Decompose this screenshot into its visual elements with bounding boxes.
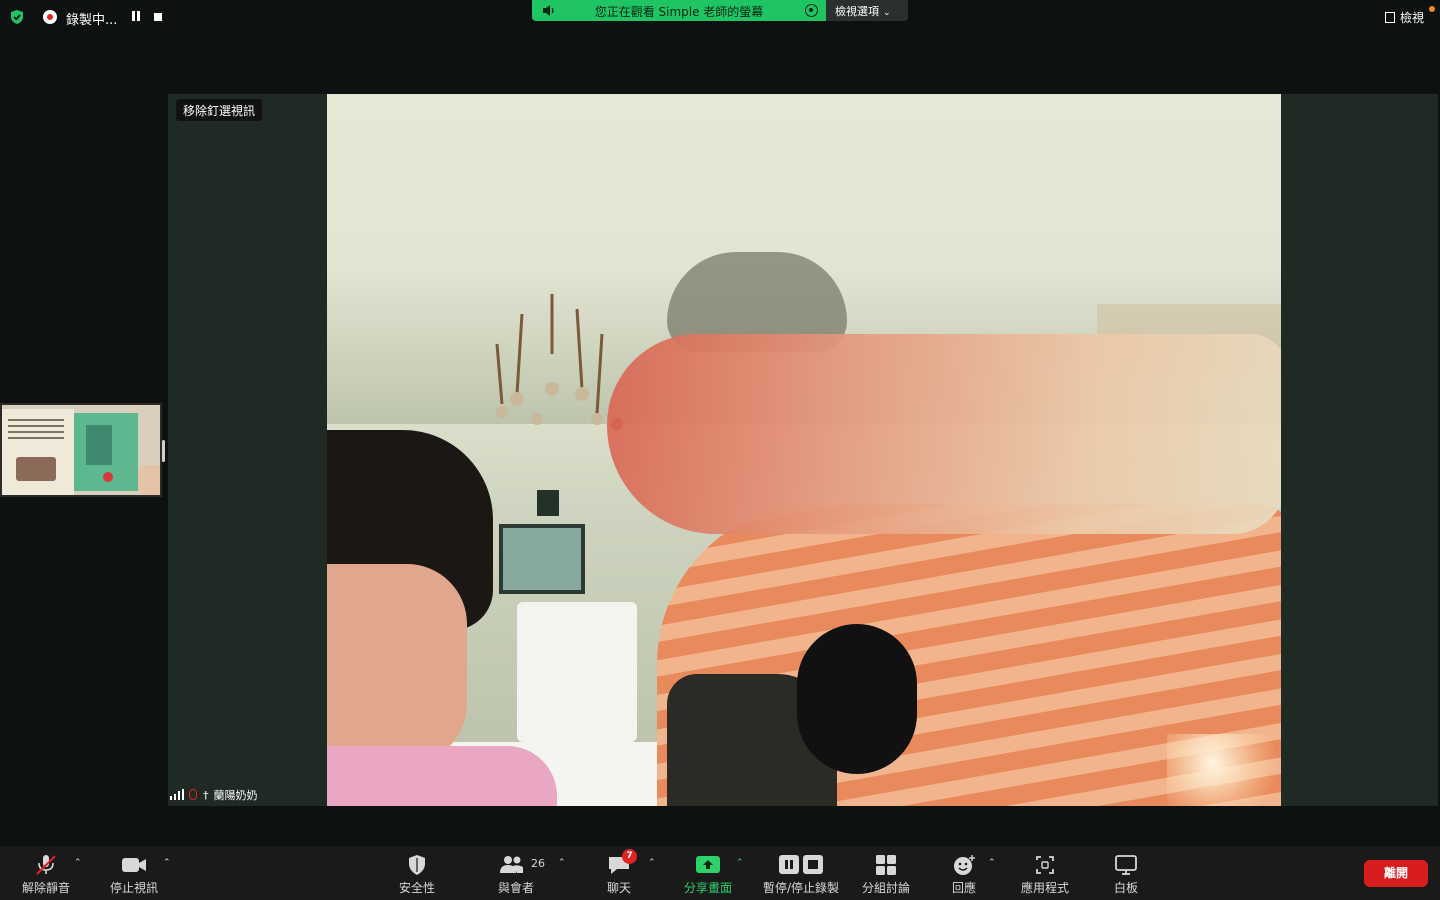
book-page-left	[2, 409, 74, 495]
security-label: 安全性	[398, 881, 435, 895]
view-options-button[interactable]: 檢視選項 ⌄	[826, 0, 908, 21]
share-screen-icon	[696, 856, 720, 873]
unmute-button[interactable]: 解除靜音	[16, 846, 76, 900]
reactions-label: 回應	[951, 881, 976, 895]
leave-meeting-button[interactable]: 離開	[1364, 860, 1428, 887]
shared-screen-thumbnail[interactable]	[0, 403, 162, 497]
participants-button[interactable]: 與會者	[488, 846, 544, 900]
share-screen-label: 分享畫面	[683, 881, 732, 895]
video-camera-icon	[122, 858, 146, 872]
screen-share-banner: 您正在觀看 Simple 老師的螢幕	[532, 0, 826, 21]
whiteboard-label: 白板	[1113, 881, 1138, 895]
smiley-icon	[954, 855, 975, 875]
top-bar: 錄製中... 您正在觀看 Simple 老師的螢幕 檢視選項 ⌄ 檢視	[0, 0, 1440, 34]
security-button[interactable]: 安全性	[390, 846, 444, 900]
pause-stop-recording-button[interactable]: 暫停/停止錄製	[758, 846, 844, 900]
chat-label: 聊天	[606, 881, 631, 895]
reactions-caret-icon[interactable]: ⌃	[988, 858, 996, 868]
pause-recording-icon[interactable]	[131, 11, 141, 23]
wall-lamp	[537, 490, 559, 516]
breakout-rooms-button[interactable]: 分組討論	[858, 846, 914, 900]
muted-mic-icon	[189, 789, 197, 800]
breakout-rooms-icon	[876, 855, 896, 875]
participants-icon	[499, 856, 523, 873]
child-shirt	[327, 746, 557, 806]
wall-picture-frame	[499, 524, 585, 594]
meeting-toolbar: 解除靜音 ⌃ 停止視訊 ⌃ 安全性 與會者 26 ⌃ 聊天 7 ⌃ 分享畫面 ⌃…	[0, 846, 1440, 900]
reactions-button[interactable]: 回應	[940, 846, 988, 900]
participant-name: 蘭陽奶奶	[213, 789, 258, 802]
chandelier-image	[495, 294, 623, 430]
water-dispenser	[517, 602, 637, 742]
view-options-label: 檢視選項	[835, 5, 879, 18]
participants-label: 與會者	[497, 881, 534, 895]
book-panel	[86, 425, 112, 465]
participants-caret-icon[interactable]: ⌃	[558, 858, 566, 868]
blurred-arm	[607, 334, 1281, 534]
layout-icon	[1384, 12, 1395, 23]
stop-recording-icon[interactable]	[154, 13, 162, 21]
view-button-label: 檢視	[1399, 11, 1424, 25]
security-shield-icon	[409, 855, 425, 875]
pause-stop-recording-icon	[779, 855, 823, 874]
share-screen-button[interactable]: 分享畫面	[680, 846, 736, 900]
whiteboard-button[interactable]: 白板	[1104, 846, 1148, 900]
light-glare	[1167, 734, 1281, 806]
phone-object	[797, 624, 917, 774]
stop-video-label: 停止視訊	[109, 881, 158, 895]
view-button[interactable]: 檢視	[1384, 9, 1424, 26]
child-face	[327, 564, 467, 764]
unpin-video-button[interactable]: 移除釘選視訊	[176, 99, 263, 121]
participant-name-tag: † 蘭陽奶奶	[170, 787, 258, 805]
book-text-lines	[8, 419, 64, 421]
chat-unread-badge: 7	[622, 849, 637, 864]
recording-icon	[43, 10, 57, 24]
remote-control-icon[interactable]	[805, 4, 818, 17]
breakout-rooms-label: 分組討論	[861, 881, 910, 895]
share-options-caret-icon[interactable]: ⌃	[736, 858, 744, 868]
share-banner-text: 您正在觀看 Simple 老師的螢幕	[594, 5, 764, 19]
thumbnail-resize-handle[interactable]	[162, 440, 165, 462]
shield-check-icon[interactable]	[9, 9, 25, 25]
participants-count: 26	[531, 857, 545, 870]
unmute-label: 解除靜音	[21, 881, 70, 895]
signal-strength-icon	[170, 789, 184, 800]
book-illustration	[16, 457, 56, 481]
chat-caret-icon[interactable]: ⌃	[648, 858, 656, 868]
notification-dot	[1429, 6, 1435, 12]
apps-button[interactable]: 應用程式	[1014, 846, 1076, 900]
book-stamp	[103, 472, 113, 482]
apps-label: 應用程式	[1020, 881, 1069, 895]
stop-video-button[interactable]: 停止視訊	[104, 846, 164, 900]
audio-options-caret-icon[interactable]: ⌃	[74, 858, 82, 868]
recording-label: 錄製中...	[66, 13, 118, 28]
participant-video-feed[interactable]	[327, 94, 1281, 806]
pin-icon: †	[203, 789, 209, 802]
whiteboard-icon	[1115, 855, 1137, 875]
mic-muted-icon	[36, 855, 56, 875]
pause-stop-recording-label: 暫停/停止錄製	[762, 881, 840, 895]
chevron-down-icon: ⌄	[883, 8, 891, 18]
video-options-caret-icon[interactable]: ⌃	[163, 858, 171, 868]
hand-image	[138, 465, 160, 495]
apps-icon	[1036, 856, 1054, 874]
